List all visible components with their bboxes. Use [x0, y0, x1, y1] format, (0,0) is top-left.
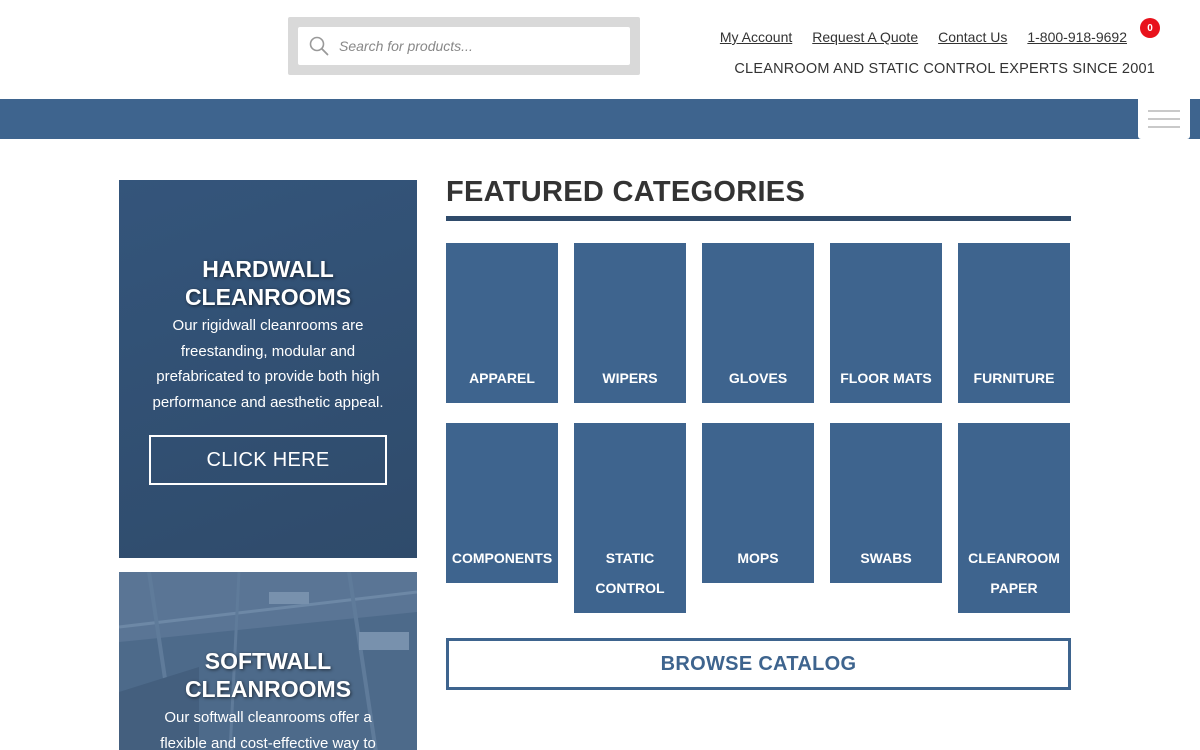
site-header: My Account Request A Quote Contact Us 1-… — [0, 0, 1200, 99]
category-tile[interactable]: WIPERS — [574, 243, 686, 403]
category-tile[interactable]: MOPS — [702, 423, 814, 583]
top-links: My Account Request A Quote Contact Us 1-… — [700, 29, 1127, 45]
category-label: GLOVES — [728, 370, 788, 386]
search-input[interactable] — [339, 38, 619, 54]
promo-description: Our rigidwall cleanrooms are freestandin… — [152, 317, 384, 411]
my-account-link[interactable]: My Account — [720, 29, 792, 45]
search-container — [288, 17, 640, 75]
main-nav-bar — [0, 99, 1200, 139]
category-tile[interactable]: CLEANROOM PAPER — [958, 423, 1070, 613]
search-icon — [309, 36, 329, 56]
category-tile[interactable]: GLOVES — [702, 243, 814, 403]
phone-link[interactable]: 1-800-918-9692 — [1027, 29, 1127, 45]
promo-description: Our softwall cleanrooms offer a flexible… — [160, 709, 376, 750]
cart-count-badge[interactable]: 0 — [1140, 18, 1160, 38]
promo-title-line: CLEANROOMS — [184, 284, 352, 310]
hamburger-icon-line — [1148, 110, 1180, 112]
tagline: CLEANROOM AND STATIC CONTROL EXPERTS SIN… — [734, 61, 1155, 77]
category-label: MOPS — [737, 550, 779, 566]
request-quote-link[interactable]: Request A Quote — [812, 29, 918, 45]
category-tile[interactable]: SWABS — [830, 423, 942, 583]
search-box[interactable] — [298, 27, 630, 65]
category-label: PAPER — [990, 580, 1038, 596]
hardwall-promo: HARDWALL CLEANROOMS Our rigidwall cleanr… — [119, 180, 417, 558]
featured-categories-title: FEATURED CATEGORIES — [446, 176, 806, 208]
menu-toggle-button[interactable] — [1138, 99, 1190, 139]
category-tile[interactable]: FURNITURE — [958, 243, 1070, 403]
hamburger-icon-line — [1148, 126, 1180, 128]
promo-title-line: HARDWALL — [202, 256, 334, 282]
category-label: COMPONENTS — [451, 550, 553, 566]
category-label: APPAREL — [469, 370, 535, 386]
promo-title-line: CLEANROOMS — [184, 676, 352, 702]
category-tile[interactable]: COMPONENTS — [446, 423, 558, 583]
browse-catalog-button[interactable]: BROWSE CATALOG — [446, 638, 1071, 690]
category-label: WIPERS — [602, 370, 658, 386]
promo-title: SOFTWALL CLEANROOMS — [119, 647, 417, 703]
contact-us-link[interactable]: Contact Us — [938, 29, 1007, 45]
category-label: FURNITURE — [973, 370, 1055, 386]
category-label: CONTROL — [595, 580, 665, 596]
category-tile[interactable]: FLOOR MATS — [830, 243, 942, 403]
section-divider — [446, 216, 1071, 221]
category-label: STATIC — [605, 550, 655, 566]
softwall-promo: SOFTWALL CLEANROOMS Our softwall cleanro… — [119, 572, 417, 750]
click-here-button[interactable]: CLICK HERE — [149, 435, 387, 485]
category-tile[interactable]: STATIC CONTROL — [574, 423, 686, 613]
category-tile[interactable]: APPAREL — [446, 243, 558, 403]
category-label: SWABS — [860, 550, 912, 566]
category-label: CLEANROOM — [968, 550, 1060, 566]
hamburger-icon-line — [1148, 118, 1180, 120]
promo-title: HARDWALL CLEANROOMS — [119, 255, 417, 311]
category-label: FLOOR MATS — [840, 370, 932, 386]
promo-title-line: SOFTWALL — [204, 648, 332, 674]
